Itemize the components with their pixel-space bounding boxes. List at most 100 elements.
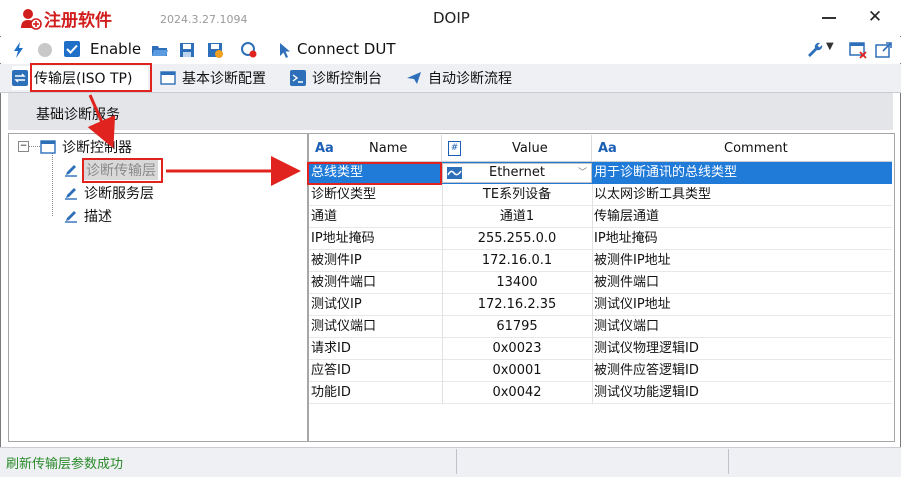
swap-arrows-icon <box>12 70 28 86</box>
tree-item-description[interactable]: 描述 <box>64 206 112 226</box>
tree-root[interactable]: 诊断控制器 <box>40 137 132 157</box>
tree-connector <box>52 152 54 216</box>
cell-name[interactable]: 通道 <box>309 206 442 228</box>
save-icon[interactable] <box>178 41 196 59</box>
controller-icon <box>40 140 56 154</box>
cell-value[interactable]: 172.16.0.1 <box>442 250 592 272</box>
column-header-name[interactable]: Aa Name <box>309 135 442 161</box>
close-icon[interactable]: ✕ <box>866 8 884 26</box>
console-icon <box>290 70 306 86</box>
tree-item-label: 诊断服务层 <box>84 186 154 202</box>
close-window-icon[interactable] <box>849 41 867 59</box>
cell-comment[interactable]: 测试仪端口 <box>592 316 892 338</box>
enable-label[interactable]: Enable <box>90 40 141 58</box>
tab-label: 自动诊断流程 <box>428 71 512 87</box>
disconnected-dot-icon[interactable] <box>36 41 54 59</box>
status-divider <box>456 449 457 474</box>
column-separator <box>442 184 443 404</box>
table-row[interactable]: 通道 通道1 传输层通道 <box>309 206 892 228</box>
table-row[interactable]: 被测件端口 13400 被测件端口 <box>309 272 892 294</box>
cell-comment[interactable]: 测试仪IP地址 <box>592 294 892 316</box>
table-row[interactable]: 测试仪端口 61795 测试仪端口 <box>309 316 892 338</box>
tab-label: 诊断控制台 <box>312 71 382 87</box>
table-row[interactable]: IP地址掩码 255.255.0.0 IP地址掩码 <box>309 228 892 250</box>
annotation-highlight <box>30 63 152 92</box>
waveform-icon <box>447 167 462 179</box>
tree-root-label: 诊断控制器 <box>62 140 132 156</box>
chevron-down-icon[interactable]: ﹀ <box>578 164 587 182</box>
column-separator <box>592 184 593 404</box>
pencil-icon <box>65 165 77 177</box>
table-row[interactable]: 应答ID 0x0001 被测件应答逻辑ID <box>309 360 892 382</box>
cell-name[interactable]: 测试仪IP <box>309 294 442 316</box>
cell-name[interactable]: 被测件IP <box>309 250 442 272</box>
combobox-value: Ethernet <box>489 165 545 180</box>
table-row[interactable]: 诊断仪类型 TE系列设备 以太网诊断工具类型 <box>309 184 892 206</box>
status-divider <box>728 449 729 474</box>
cell-value[interactable]: 0x0042 <box>442 382 592 404</box>
annotation-highlight <box>82 158 163 183</box>
cell-comment[interactable]: 被测件IP地址 <box>592 250 892 272</box>
cell-name[interactable]: 被测件端口 <box>309 272 442 294</box>
column-header-value[interactable]: # Value <box>442 135 592 161</box>
table-row[interactable]: 请求ID 0x0023 测试仪物理逻辑ID <box>309 338 892 360</box>
subtab-bar <box>8 93 893 130</box>
cell-comment[interactable]: 用于诊断通讯的总线类型 <box>592 162 892 184</box>
status-bar <box>0 447 901 477</box>
tab-console[interactable]: 诊断控制台 <box>290 66 382 90</box>
column-header-comment[interactable]: Aa Comment <box>592 135 892 161</box>
table-row[interactable]: 被测件IP 172.16.0.1 被测件IP地址 <box>309 250 892 272</box>
table-row[interactable]: 测试仪IP 172.16.2.35 测试仪IP地址 <box>309 294 892 316</box>
grid-line <box>309 403 892 404</box>
cell-comment[interactable]: 被测件端口 <box>592 272 892 294</box>
cell-comment[interactable]: 测试仪物理逻辑ID <box>592 338 892 360</box>
cell-comment[interactable]: IP地址掩码 <box>592 228 892 250</box>
table-row[interactable]: 功能ID 0x0042 测试仪功能逻辑ID <box>309 382 892 404</box>
popout-icon[interactable] <box>875 41 893 59</box>
cell-value[interactable]: 0x0023 <box>442 338 592 360</box>
cursor-icon <box>280 43 290 58</box>
search-settings-icon[interactable] <box>240 41 258 59</box>
cell-name[interactable]: 测试仪端口 <box>309 316 442 338</box>
minimize-icon[interactable] <box>820 8 838 26</box>
pencil-icon <box>65 188 77 200</box>
tree-connector <box>28 146 40 148</box>
number-type-icon: # <box>448 140 461 156</box>
cell-value[interactable]: 通道1 <box>442 206 592 228</box>
open-folder-icon[interactable] <box>151 41 169 59</box>
cell-name[interactable]: 应答ID <box>309 360 442 382</box>
cell-value[interactable]: 0x0001 <box>442 360 592 382</box>
lightning-icon[interactable] <box>10 41 28 59</box>
tab-auto-flow[interactable]: 自动诊断流程 <box>406 66 512 90</box>
tree-item-label: 描述 <box>84 209 112 225</box>
brand-label[interactable]: 注册软件 <box>44 6 112 31</box>
connect-dut-button[interactable]: Connect DUT <box>297 40 395 58</box>
cell-comment[interactable]: 被测件应答逻辑ID <box>592 360 892 382</box>
paper-plane-icon <box>407 72 421 84</box>
cell-name[interactable]: 请求ID <box>309 338 442 360</box>
column-header-label: Value <box>512 140 548 156</box>
cell-name[interactable]: 功能ID <box>309 382 442 404</box>
enable-checkbox[interactable] <box>64 41 80 57</box>
cell-value[interactable]: 172.16.2.35 <box>442 294 592 316</box>
cell-comment[interactable]: 以太网诊断工具类型 <box>592 184 892 206</box>
column-header-label: Comment <box>724 140 788 156</box>
cell-comment[interactable]: 测试仪功能逻辑ID <box>592 382 892 404</box>
annotation-highlight <box>307 162 442 185</box>
cell-comment[interactable]: 传输层通道 <box>592 206 892 228</box>
cell-value[interactable]: 61795 <box>442 316 592 338</box>
register-user-icon <box>21 9 42 30</box>
cell-name[interactable]: IP地址掩码 <box>309 228 442 250</box>
cell-value[interactable]: 255.255.0.0 <box>442 228 592 250</box>
wrench-icon[interactable] <box>806 41 824 59</box>
chevron-down-icon[interactable]: ▼ <box>826 41 834 52</box>
value-combobox[interactable]: Ethernet ﹀ <box>442 163 592 183</box>
cell-value[interactable]: TE系列设备 <box>442 184 592 206</box>
subtab-basic-services[interactable]: 基础诊断服务 <box>36 104 120 124</box>
save-as-icon[interactable] <box>206 41 224 59</box>
tab-basic-config[interactable]: 基本诊断配置 <box>160 66 266 90</box>
status-message: 刷新传输层参数成功 <box>6 457 124 472</box>
tree-item-service[interactable]: 诊断服务层 <box>64 183 154 203</box>
cell-name[interactable]: 诊断仪类型 <box>309 184 442 206</box>
cell-value[interactable]: 13400 <box>442 272 592 294</box>
